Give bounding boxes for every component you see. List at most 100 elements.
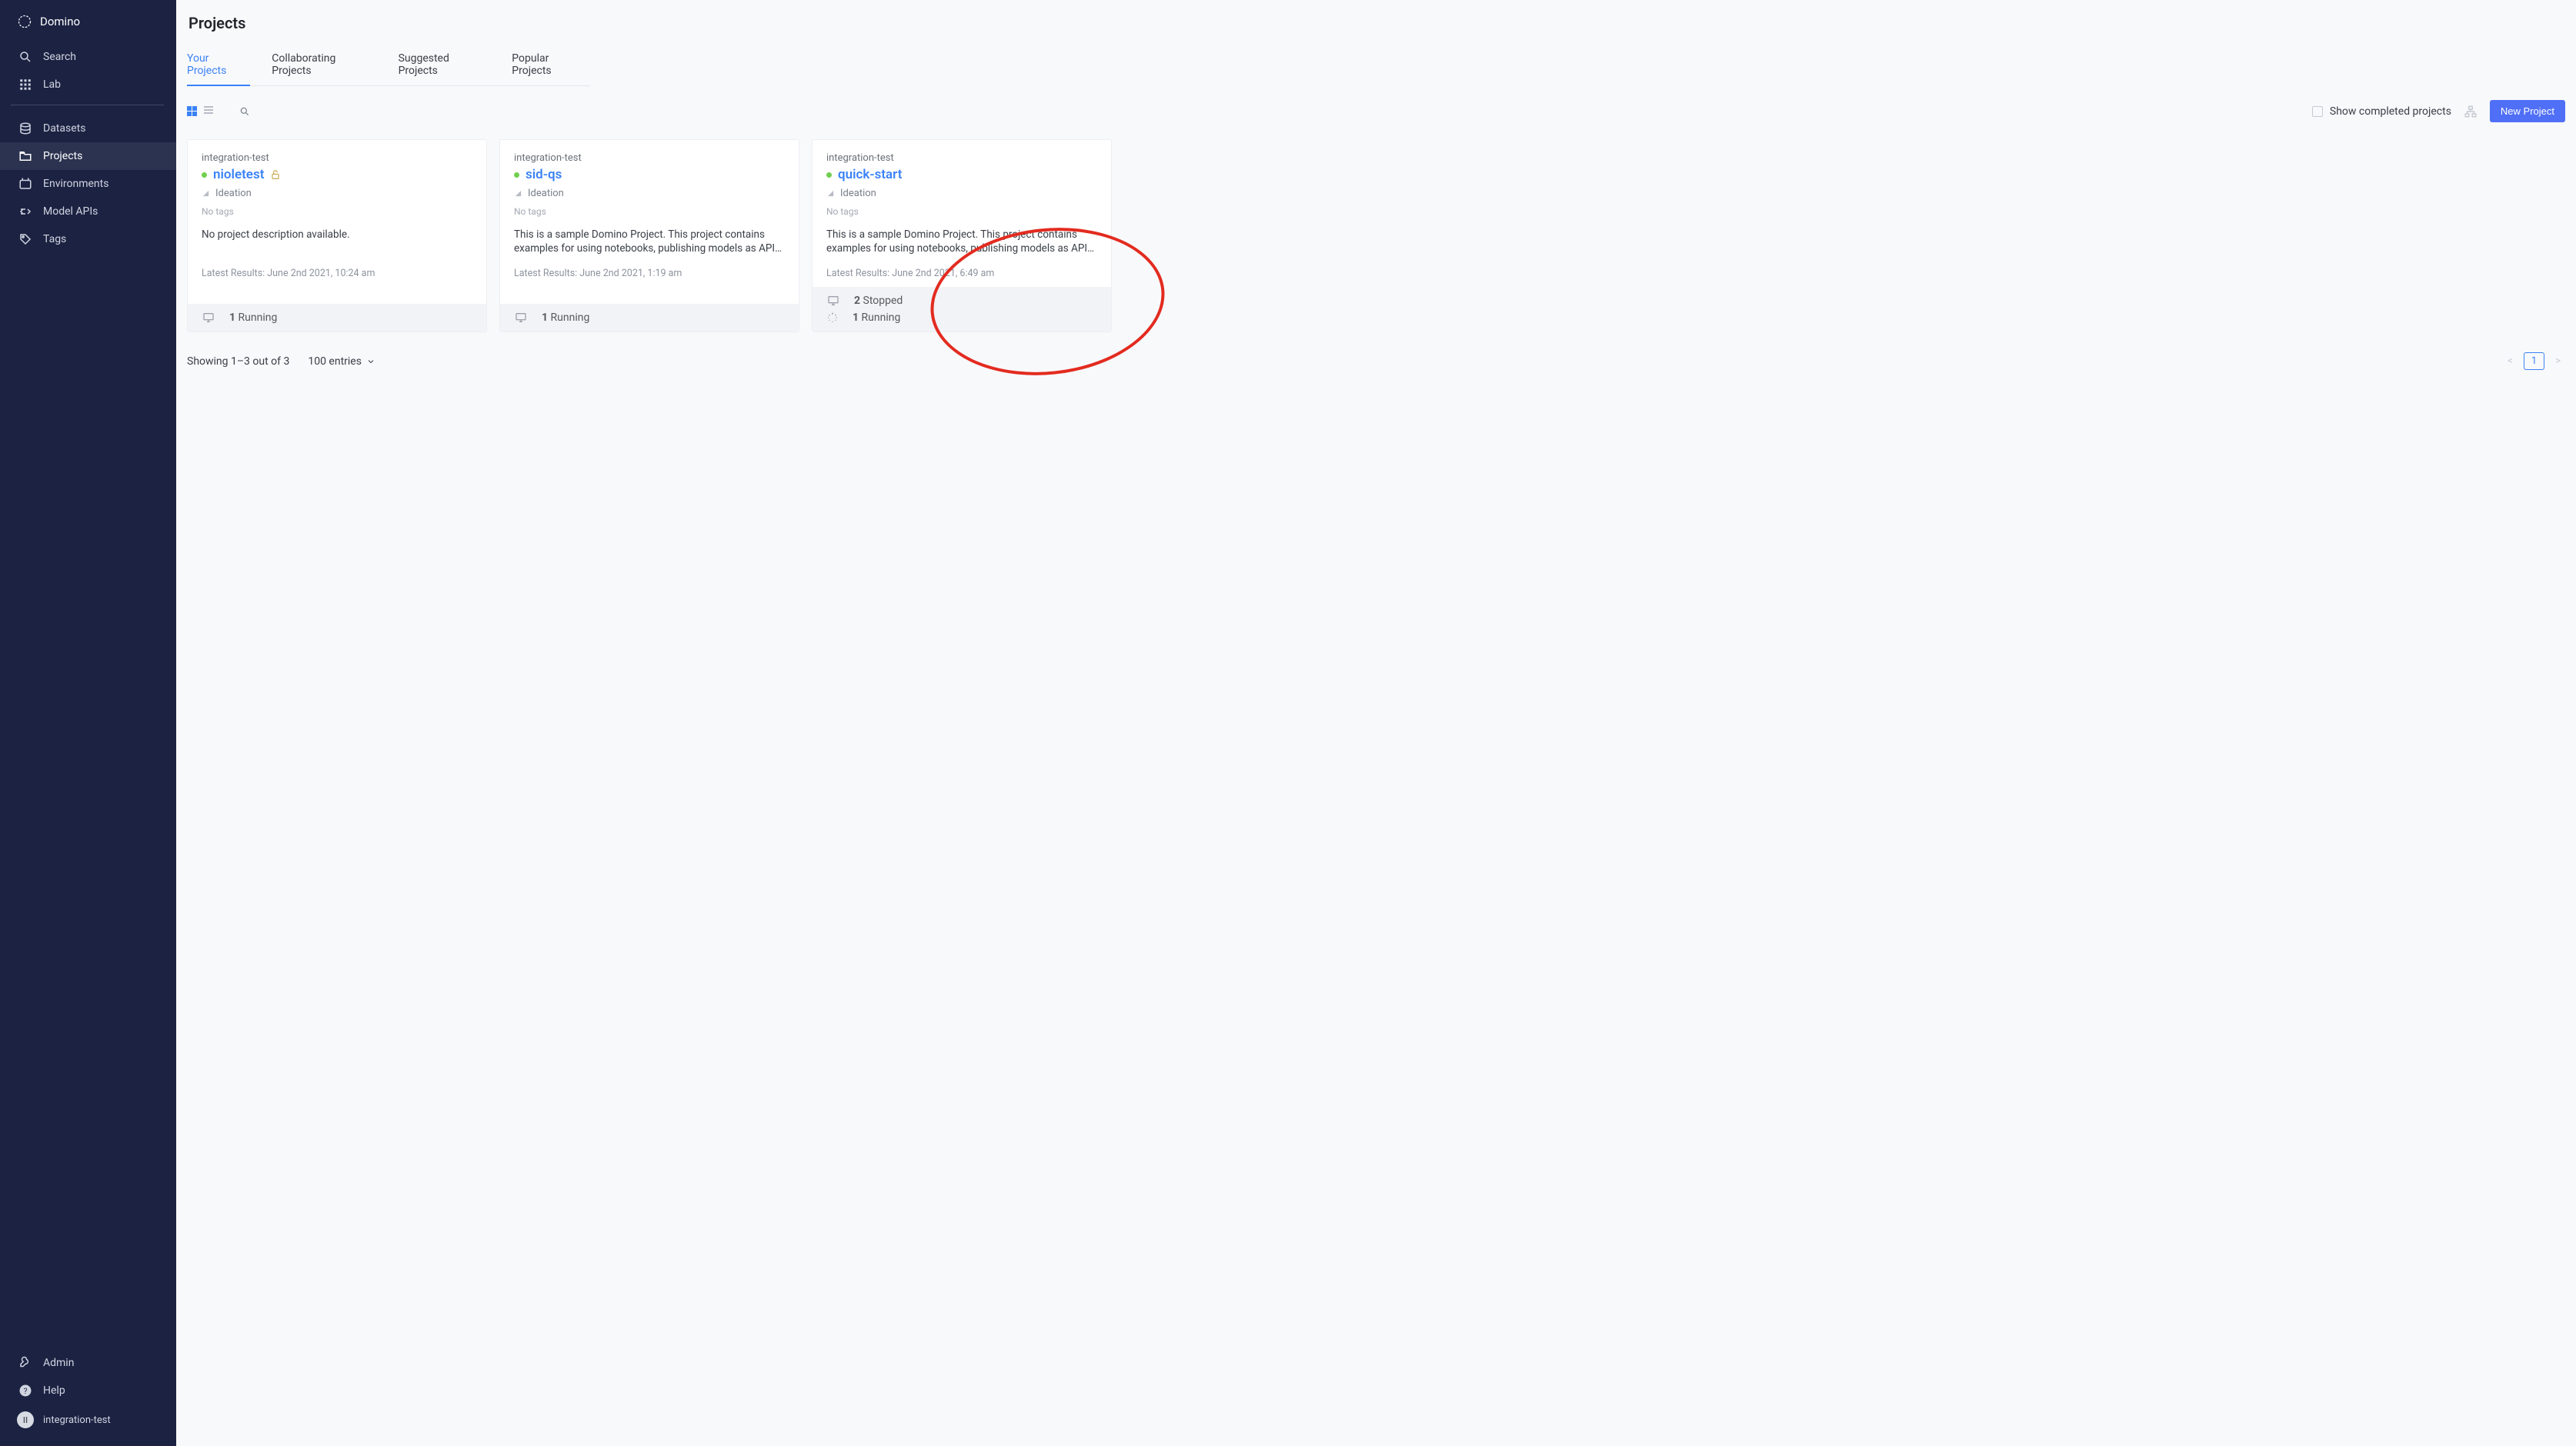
view-toggle xyxy=(187,106,216,117)
stage-icon xyxy=(202,189,210,198)
card-results: Latest Results: June 2nd 2021, 6:49 am xyxy=(826,268,1097,279)
environments-icon xyxy=(18,177,32,191)
status-dot-icon xyxy=(202,172,207,178)
search-icon xyxy=(18,50,32,64)
sidebar-item-label: Model APIs xyxy=(43,205,98,218)
show-completed-toggle[interactable]: Show completed projects xyxy=(2312,105,2451,118)
search-icon xyxy=(239,106,250,117)
stage-icon xyxy=(826,189,835,198)
sidebar-user[interactable]: II integration-test xyxy=(0,1404,176,1435)
card-description: This is a sample Domino Project. This pr… xyxy=(514,228,785,255)
tab-suggested-projects[interactable]: Suggested Projects xyxy=(399,46,491,86)
sidebar-footer: Admin ? Help II integration-test xyxy=(0,1349,176,1446)
main-content: Projects Your Projects Collaborating Pro… xyxy=(176,0,2576,1446)
sidebar-item-label: Datasets xyxy=(43,122,85,135)
card-description: This is a sample Domino Project. This pr… xyxy=(826,228,1097,255)
sidebar-item-projects[interactable]: Projects xyxy=(0,142,176,170)
sidebar-item-label: Tags xyxy=(43,233,66,245)
share-button[interactable] xyxy=(2464,105,2478,118)
new-project-button[interactable]: New Project xyxy=(2490,100,2565,122)
help-icon: ? xyxy=(18,1384,32,1398)
card-tags: No tags xyxy=(514,206,785,217)
sidebar-item-help[interactable]: ? Help xyxy=(0,1377,176,1404)
run-label: Running xyxy=(239,312,278,324)
projects-icon xyxy=(18,149,32,163)
pager-next[interactable]: > xyxy=(2551,352,2565,370)
run-row: 2 Stopped xyxy=(826,295,1097,307)
toolbar: Show completed projects New Project xyxy=(187,100,2565,122)
sidebar-item-datasets[interactable]: Datasets xyxy=(0,115,176,142)
datasets-icon xyxy=(18,122,32,135)
sidebar-item-model-apis[interactable]: Model APIs xyxy=(0,198,176,225)
sidebar-item-environments[interactable]: Environments xyxy=(0,170,176,198)
run-label: Running xyxy=(862,312,901,324)
card-title[interactable]: sid-qs xyxy=(526,167,562,182)
svg-text:?: ? xyxy=(24,1386,28,1396)
project-card[interactable]: integration-test quick-start Ideation No… xyxy=(812,139,1112,332)
show-completed-label: Show completed projects xyxy=(2330,105,2451,118)
card-owner: integration-test xyxy=(826,152,1097,164)
run-count: 1 xyxy=(542,312,548,324)
sitemap-icon xyxy=(2464,105,2478,118)
project-cards: integration-test nioletest Ideation No t… xyxy=(187,139,2565,332)
monitor-icon xyxy=(202,312,215,324)
list-view-button[interactable] xyxy=(204,106,216,117)
card-stage: Ideation xyxy=(840,188,876,199)
pager-prev[interactable]: < xyxy=(2503,352,2518,370)
checkbox-icon xyxy=(2312,106,2323,117)
sidebar-item-tags[interactable]: Tags xyxy=(0,225,176,253)
sidebar-item-search[interactable]: Search xyxy=(0,43,176,71)
admin-icon xyxy=(18,1356,32,1370)
brand-label: Domino xyxy=(40,15,80,28)
tabs: Your Projects Collaborating Projects Sug… xyxy=(187,46,590,86)
card-run-status: 2 Stopped 1 Running xyxy=(813,287,1111,332)
card-stage: Ideation xyxy=(528,188,564,199)
sidebar-item-label: Lab xyxy=(43,78,61,91)
search-projects-button[interactable] xyxy=(239,106,250,117)
sidebar-item-label: Projects xyxy=(43,150,82,162)
domino-logo-icon xyxy=(17,14,32,29)
monitor-icon xyxy=(826,295,840,307)
run-count: 2 xyxy=(854,295,860,307)
card-description: No project description available. xyxy=(202,228,472,255)
sidebar-item-label: Search xyxy=(43,51,76,63)
sidebar-item-lab[interactable]: Lab xyxy=(0,71,176,98)
card-run-status: 1 Running xyxy=(188,304,486,332)
loading-icon xyxy=(826,312,839,324)
stage-icon xyxy=(514,189,522,198)
card-stage: Ideation xyxy=(215,188,252,199)
user-name: integration-test xyxy=(43,1414,111,1426)
grid-view-button[interactable] xyxy=(187,106,199,117)
tab-popular-projects[interactable]: Popular Projects xyxy=(512,46,590,86)
tab-your-projects[interactable]: Your Projects xyxy=(187,46,250,86)
list-icon xyxy=(204,106,213,108)
project-card[interactable]: integration-test sid-qs Ideation No tags… xyxy=(499,139,799,332)
card-owner: integration-test xyxy=(202,152,472,164)
pager-page[interactable]: 1 xyxy=(2524,352,2544,370)
unlock-icon xyxy=(270,169,281,180)
tab-collaborating-projects[interactable]: Collaborating Projects xyxy=(272,46,376,86)
card-tags: No tags xyxy=(826,206,1097,217)
grid-icon xyxy=(187,106,192,111)
card-title[interactable]: nioletest xyxy=(213,167,264,182)
sidebar-nav-top: Search Lab xyxy=(0,40,176,98)
sidebar-item-admin[interactable]: Admin xyxy=(0,1349,176,1377)
brand[interactable]: Domino xyxy=(0,0,176,40)
status-dot-icon xyxy=(826,172,832,178)
entries-label: 100 entries xyxy=(308,355,362,368)
model-apis-icon xyxy=(18,205,32,218)
pager: < 1 > xyxy=(2503,352,2565,370)
run-row: 1 Running xyxy=(826,312,1097,324)
run-label: Stopped xyxy=(863,295,903,307)
toolbar-right: Show completed projects New Project xyxy=(2312,100,2565,122)
entries-select[interactable]: 100 entries xyxy=(308,355,375,368)
avatar: II xyxy=(17,1411,34,1428)
project-card[interactable]: integration-test nioletest Ideation No t… xyxy=(187,139,487,332)
run-row: 1 Running xyxy=(202,312,472,324)
chevron-down-icon xyxy=(366,357,375,366)
run-row: 1 Running xyxy=(514,312,785,324)
run-count: 1 xyxy=(853,312,859,324)
card-title[interactable]: quick-start xyxy=(838,167,902,182)
sidebar: Domino Search Lab Datasets Projects Envi… xyxy=(0,0,176,1446)
card-owner: integration-test xyxy=(514,152,785,164)
